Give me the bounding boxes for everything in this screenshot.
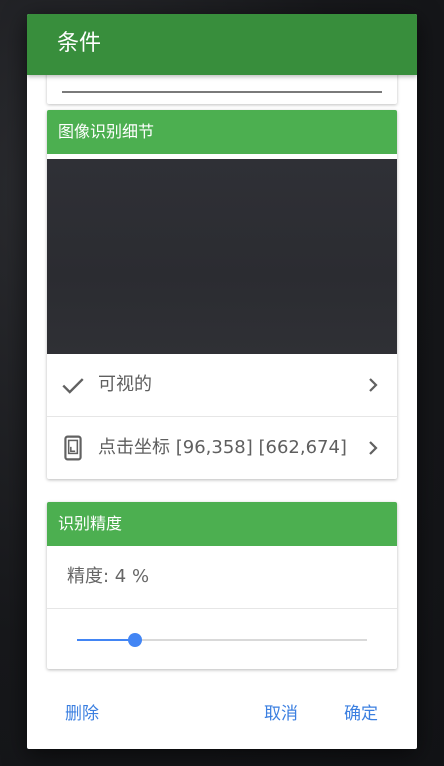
- input-underline: [62, 91, 382, 93]
- precision-value-row: 精度: 4 %: [47, 546, 397, 608]
- precision-slider-row: [47, 608, 397, 669]
- condition-dialog: 条件 图像识别细节 可视的 点击坐标 [96,358] [662,674] 识别…: [27, 14, 417, 749]
- delete-button[interactable]: 删除: [65, 702, 99, 726]
- image-preview[interactable]: [47, 159, 397, 354]
- precision-slider[interactable]: [77, 633, 367, 647]
- check-icon: [62, 378, 84, 394]
- phone-icon: [64, 435, 82, 461]
- slider-thumb[interactable]: [128, 633, 142, 647]
- precision-value: 精度: 4 %: [67, 566, 150, 587]
- chevron-right-icon: [369, 441, 378, 455]
- dialog-header: 条件: [27, 14, 417, 75]
- image-detection-header: 图像识别细节: [47, 110, 397, 154]
- click-coordinates-label: 点击坐标 [96,358] [662,674]: [98, 437, 347, 458]
- cancel-button[interactable]: 取消: [264, 702, 298, 726]
- visibility-row[interactable]: 可视的: [47, 354, 397, 416]
- dialog-title: 条件: [57, 31, 102, 56]
- click-coordinates-row[interactable]: 点击坐标 [96,358] [662,674]: [47, 416, 397, 479]
- precision-card: 识别精度 精度: 4 %: [47, 502, 397, 669]
- slider-fill: [77, 639, 135, 641]
- chevron-right-icon: [369, 378, 378, 392]
- precision-header: 识别精度: [47, 502, 397, 546]
- confirm-button[interactable]: 确定: [344, 702, 378, 726]
- image-detection-card: 图像识别细节 可视的 点击坐标 [96,358] [662,674]: [47, 110, 397, 479]
- visibility-label: 可视的: [98, 374, 152, 395]
